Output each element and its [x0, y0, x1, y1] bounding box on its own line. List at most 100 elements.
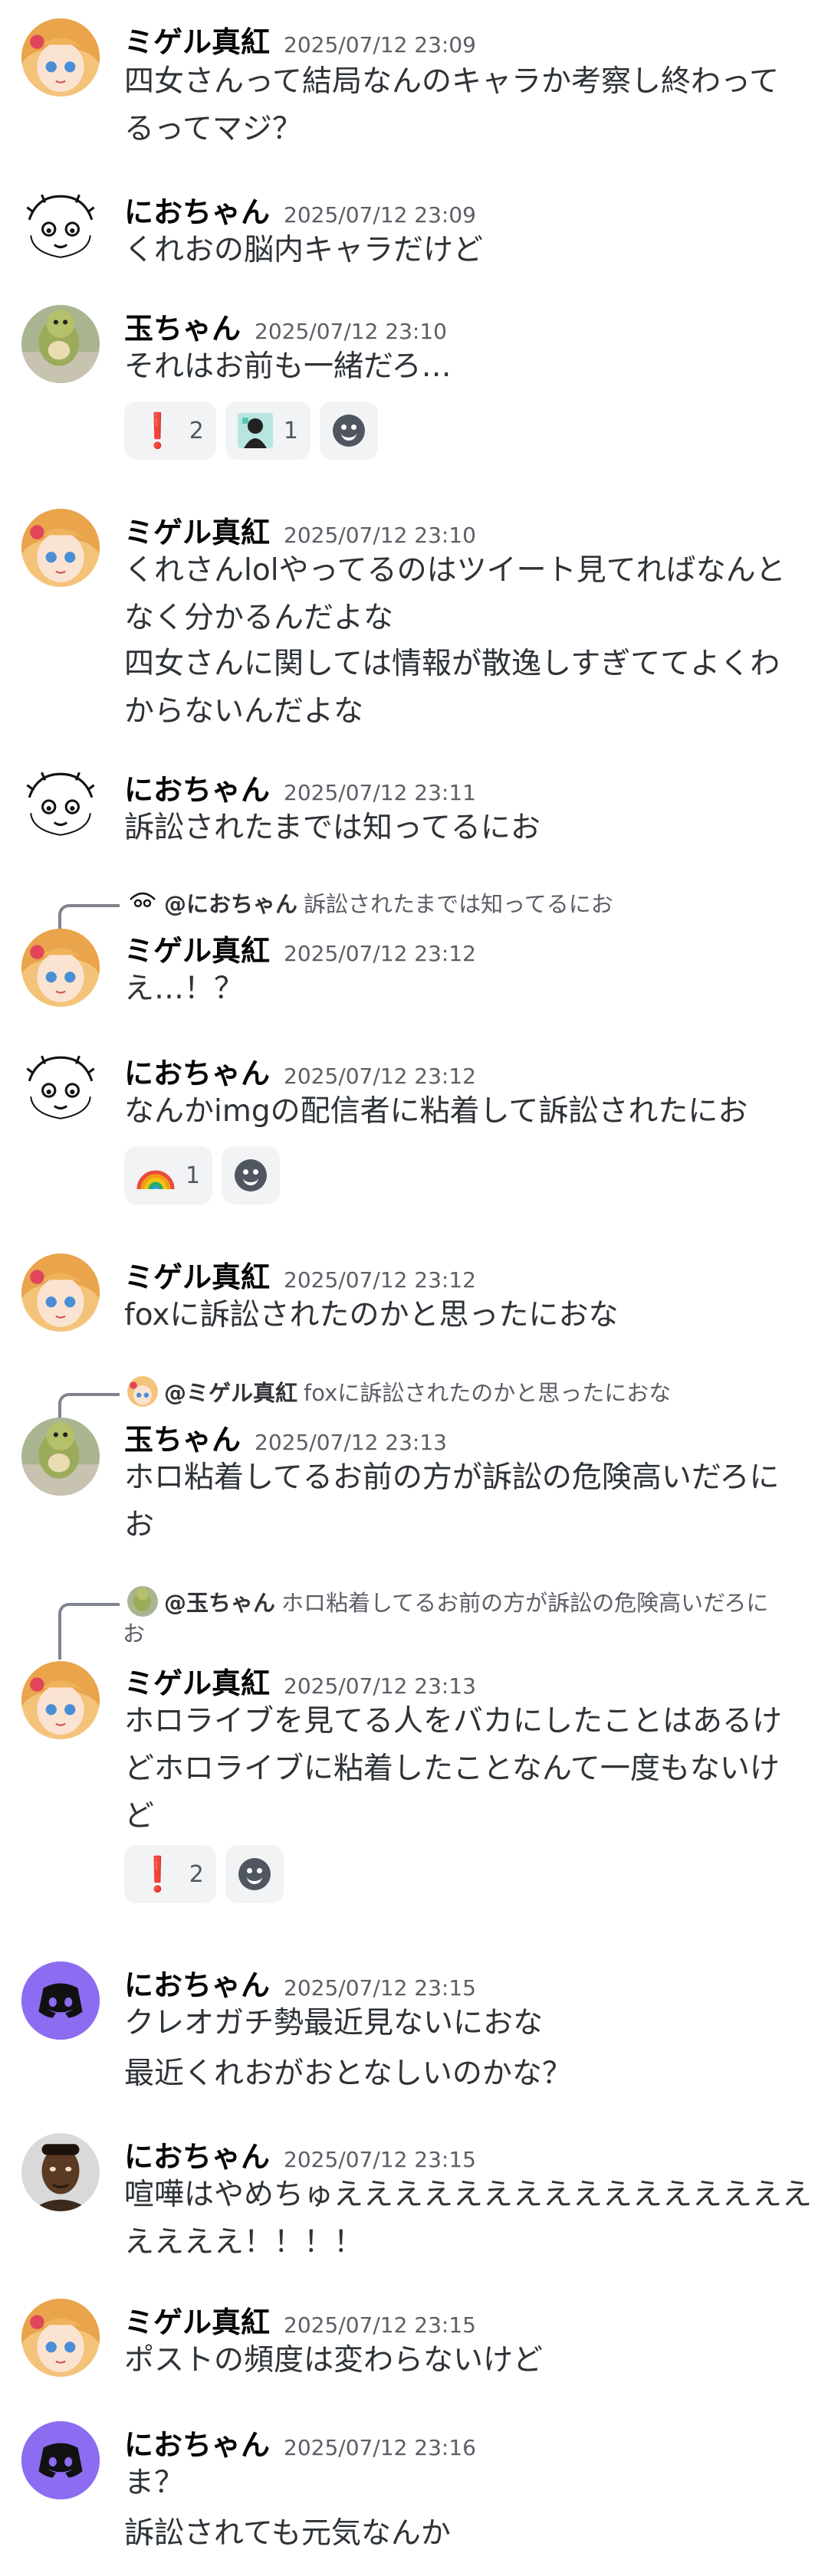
message-text: なんかimgの配信者に粘着して訴訟されたにお [124, 1094, 748, 1129]
timestamp: 2025/07/12 23:13 [255, 1430, 447, 1455]
author-name[interactable]: におちゃん [124, 2421, 270, 2463]
message-text: 訴訟されても元気なんか [124, 2516, 451, 2551]
reply-text: ホロ粘着してるお前の方が訴訟の危険高いだろに [281, 1590, 769, 1616]
message-text: クレオガチ勢最近見ないにおな [124, 2006, 544, 2040]
anime-girl-avatar-icon [21, 509, 100, 587]
add-reaction-icon [332, 415, 365, 447]
timestamp: 2025/07/12 23:12 [284, 1064, 476, 1089]
message-text: くれさんlolやってるのはツイート見てればなんと なく分かるんだよな [124, 553, 786, 635]
user-avatar[interactable] [21, 2133, 100, 2211]
anime-girl-avatar-icon [21, 929, 100, 1007]
anime-girl-avatar-icon [127, 1376, 158, 1407]
message-text: 訴訟されたまでは知ってるにお [124, 811, 540, 845]
author-name[interactable]: におちゃん [124, 766, 270, 808]
add-reaction-button[interactable] [222, 1146, 281, 1204]
author-name[interactable]: におちゃん [124, 1961, 270, 2004]
message-text: 最近くれおがおとなしいのかな？ [124, 2057, 572, 2091]
reply-author: @ミゲル真紅 [164, 1380, 298, 1406]
author-name[interactable]: ミゲル真紅 [124, 2299, 270, 2341]
user-avatar[interactable] [21, 509, 100, 587]
timestamp: 2025/07/12 23:15 [284, 1975, 476, 2001]
exclamation-icon: ❗ [136, 411, 179, 451]
reaction-bar: ❗ 2 [124, 1845, 284, 1903]
message-text: 四女さんに関しては情報が散逸しすぎててよくわ からないんだよな [124, 647, 780, 729]
user-avatar[interactable] [21, 766, 100, 844]
sketch-face-avatar-icon [21, 766, 100, 844]
user-avatar[interactable] [21, 305, 100, 383]
author-name[interactable]: ミゲル真紅 [124, 1660, 270, 1702]
add-reaction-button[interactable] [319, 401, 378, 460]
user-avatar[interactable] [21, 2299, 100, 2377]
timestamp: 2025/07/12 23:09 [284, 202, 476, 228]
reaction[interactable]: 1 [124, 1146, 213, 1204]
reaction-count: 2 [189, 1860, 204, 1888]
reaction[interactable]: 1 [225, 401, 310, 460]
reaction-count: 1 [186, 1162, 201, 1189]
user-avatar[interactable] [21, 1661, 100, 1739]
user-avatar[interactable] [21, 1961, 100, 2040]
message-text: ホロライブを見てる人をバカにしたことはあるけ どホロライブに粘着したことなんて一… [124, 1704, 783, 1834]
author-name[interactable]: 玉ちゃん [124, 305, 241, 347]
user-avatar[interactable] [21, 1050, 100, 1128]
message-text: 喧嘩はやめちゅええええええええええええええええ ええええ！！！！ [124, 2178, 813, 2260]
reaction-bar: 1 [124, 1146, 281, 1204]
reply-text: foxに訴訟されたのかと思ったにおな [304, 1380, 672, 1406]
character-emoji-icon [237, 413, 273, 448]
timestamp: 2025/07/12 23:09 [284, 32, 476, 57]
reaction-count: 1 [283, 417, 298, 444]
user-avatar[interactable] [21, 1417, 100, 1496]
default-discord-avatar-icon [21, 1961, 100, 2040]
green-plush-avatar-icon [127, 1586, 158, 1617]
add-reaction-icon [235, 1159, 268, 1191]
author-name[interactable]: におちゃん [124, 188, 270, 231]
reply-text: 訴訟されたまでは知ってるにお [304, 891, 613, 917]
anime-girl-avatar-icon [21, 1661, 100, 1739]
timestamp: 2025/07/12 23:15 [284, 2312, 476, 2338]
photo-man-avatar-icon [21, 2133, 100, 2211]
author-name[interactable]: ミゲル真紅 [124, 509, 270, 551]
reply-author: @玉ちゃん [164, 1590, 276, 1616]
reply-preview[interactable]: @におちゃん 訴訟されたまでは知ってるにお [58, 887, 613, 933]
reply-author: @におちゃん [164, 891, 298, 917]
user-avatar[interactable] [21, 2421, 100, 2499]
author-name[interactable]: におちゃん [124, 2133, 270, 2175]
user-avatar[interactable] [21, 18, 100, 97]
reply-text: お [123, 1621, 146, 1647]
message-text: それはお前も一緒だろ… [124, 349, 452, 384]
author-name[interactable]: ミゲル真紅 [124, 927, 270, 969]
timestamp: 2025/07/12 23:12 [284, 1267, 476, 1293]
message-text: ま？ [124, 2466, 185, 2500]
author-name[interactable]: ミゲル真紅 [124, 18, 270, 61]
anime-girl-avatar-icon [21, 18, 100, 97]
add-reaction-button[interactable] [225, 1845, 284, 1903]
message-text: 四女さんって結局なんのキャラか考察し終わって るってマジ？ [124, 64, 780, 146]
default-discord-avatar-icon [21, 2421, 100, 2499]
exclamation-icon: ❗ [136, 1855, 179, 1894]
reply-preview-continuation: お [123, 1617, 145, 1647]
reply-spine [58, 1603, 120, 1660]
reaction-count: 2 [189, 417, 204, 444]
author-name[interactable]: ミゲル真紅 [124, 1254, 270, 1296]
reply-avatar [127, 1376, 158, 1407]
reaction[interactable]: ❗ 2 [124, 1845, 216, 1903]
reply-avatar [127, 1586, 158, 1617]
reaction-bar: ❗ 2 1 [124, 401, 378, 460]
author-name[interactable]: 玉ちゃん [124, 1416, 241, 1458]
user-avatar[interactable] [21, 929, 100, 1007]
message-text: ポストの頻度は変わらないけど [124, 2343, 544, 2378]
anime-girl-avatar-icon [21, 1254, 100, 1332]
timestamp: 2025/07/12 23:13 [284, 1673, 476, 1699]
timestamp: 2025/07/12 23:15 [284, 2147, 476, 2172]
author-name[interactable]: におちゃん [124, 1050, 270, 1092]
user-avatar[interactable] [21, 188, 100, 267]
reply-avatar [127, 887, 158, 918]
reply-preview[interactable]: @ミゲル真紅 foxに訴訟されたのかと思ったにおな [58, 1376, 672, 1422]
timestamp: 2025/07/12 23:16 [284, 2435, 476, 2460]
reply-preview[interactable]: @玉ちゃん ホロ粘着してるお前の方が訴訟の危険高いだろに [58, 1586, 769, 1660]
reaction[interactable]: ❗ 2 [124, 401, 216, 460]
message-text: え…！？ [124, 972, 245, 1006]
green-plush-avatar-icon [21, 1417, 100, 1496]
sketch-face-avatar-icon [21, 188, 100, 267]
user-avatar[interactable] [21, 1254, 100, 1332]
sketch-face-avatar-icon [127, 887, 158, 918]
